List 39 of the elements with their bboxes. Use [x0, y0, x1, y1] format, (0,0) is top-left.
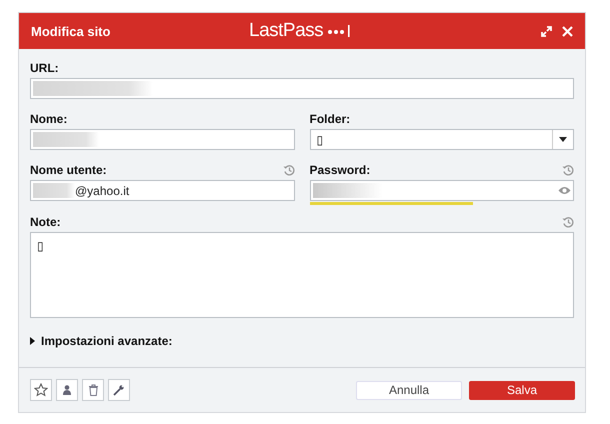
cancel-button[interactable]: Annulla [356, 380, 462, 400]
logo-text: LastPass [249, 20, 324, 42]
folder-value: ▯ [316, 132, 324, 146]
caret-icon [559, 137, 567, 142]
trash-icon [88, 384, 98, 396]
favorite-star-button[interactable] [30, 379, 52, 401]
field-label: Note: [30, 214, 61, 228]
field-label: Folder: [310, 112, 350, 126]
field-label: Nome: [30, 112, 68, 126]
field-label: Nome utente: [30, 162, 107, 176]
name-field[interactable] [30, 129, 294, 150]
person-icon [61, 384, 73, 396]
redacted-value [33, 183, 75, 198]
username-value: @yahoo.it [75, 184, 130, 198]
caret-icon [30, 337, 36, 345]
share-button[interactable] [56, 379, 78, 401]
expand-icon[interactable] [541, 26, 552, 36]
notes-field[interactable]: ▯ [30, 232, 574, 318]
notes-value: ▯ [37, 239, 44, 253]
tools-button[interactable] [108, 379, 130, 401]
advanced-settings-toggle[interactable]: Impostazioni avanzate: [30, 334, 172, 348]
close-icon[interactable] [562, 26, 573, 36]
history-icon[interactable] [282, 164, 294, 176]
password-field[interactable] [310, 180, 574, 201]
field-label: Password: [310, 162, 370, 176]
username-field[interactable]: @yahoo.it [30, 180, 294, 201]
eye-icon[interactable] [558, 186, 571, 195]
save-button[interactable]: Salva [469, 380, 575, 400]
dots-icon [327, 25, 352, 37]
folder-dropdown[interactable]: ▯ [310, 129, 574, 150]
window-title: Modifica sito [31, 24, 110, 38]
history-icon[interactable] [562, 164, 574, 176]
wrench-icon [113, 384, 125, 396]
url-field[interactable] [30, 78, 574, 99]
field-label: URL: [30, 60, 59, 74]
redacted-value [33, 132, 99, 147]
star-icon [34, 383, 48, 397]
delete-button[interactable] [82, 379, 104, 401]
history-icon[interactable] [562, 216, 574, 228]
